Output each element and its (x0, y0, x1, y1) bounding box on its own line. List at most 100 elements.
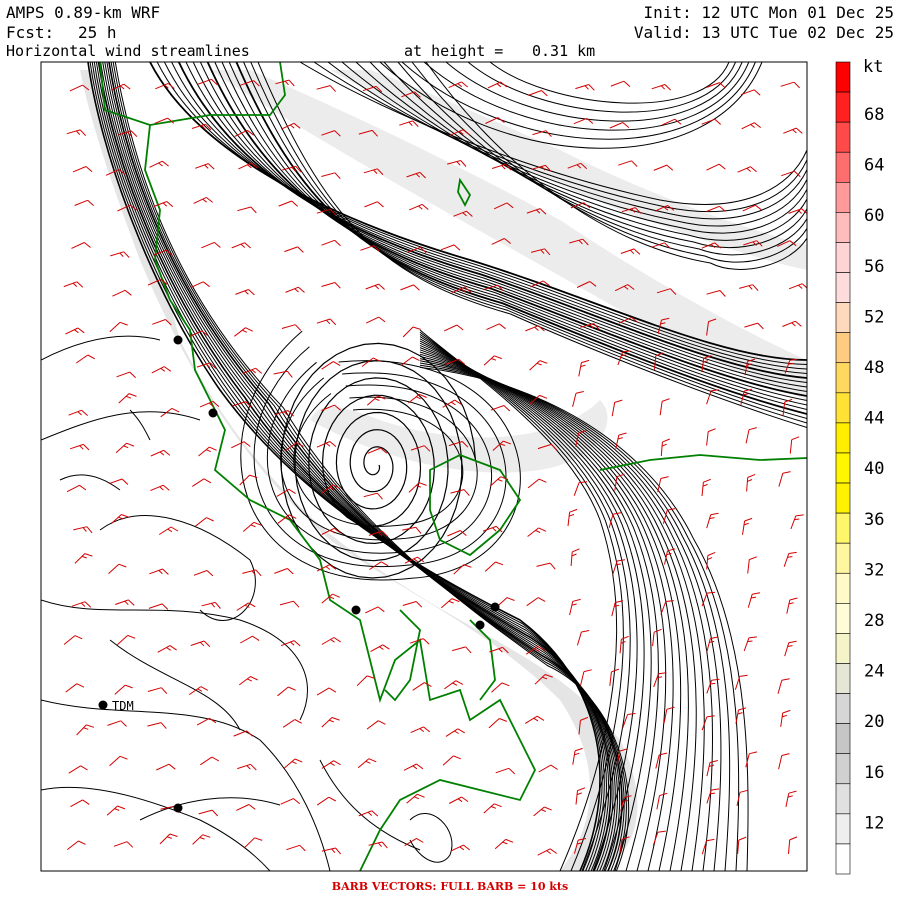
wind-barb (147, 687, 168, 694)
wind-barb (242, 569, 262, 577)
wind-barb (747, 556, 757, 574)
wind-barb (195, 163, 215, 170)
wind-barb (785, 790, 797, 808)
wind-barb (572, 391, 584, 407)
wind-barb (118, 393, 137, 404)
colorbar-tick-label: 32 (864, 560, 884, 580)
wind-barb (440, 598, 460, 609)
wind-barb (400, 284, 420, 291)
wind-barb (65, 683, 85, 693)
wind-barb (74, 553, 93, 564)
wind-barb (277, 686, 296, 697)
colorbar-tick-label: 48 (864, 358, 884, 378)
wind-barb (533, 806, 552, 817)
wind-barb (706, 428, 716, 446)
colorbar-tick-label: 40 (864, 459, 884, 479)
wind-barb (496, 597, 515, 608)
wind-speed-shading (80, 70, 807, 871)
wind-barb (316, 441, 337, 448)
wind-barb (148, 603, 169, 610)
wind-barb (63, 281, 84, 288)
colorbar-swatch (835, 572, 851, 604)
streamline (41, 335, 161, 361)
map-canvas: TDM 68 64 60 56 52 48 44 40 36 32 28 24 20 16 12 kt (40, 57, 884, 875)
wind-barb (494, 838, 514, 850)
wind-barb (742, 204, 763, 212)
colorbar-swatch (835, 272, 851, 303)
streamline (489, 62, 730, 104)
wind-barb (484, 561, 504, 572)
wind-barb (151, 366, 172, 374)
station-marker (173, 803, 183, 813)
colorbar-tick-label: 64 (864, 156, 884, 176)
wind-barb (620, 248, 641, 255)
streamline (41, 411, 201, 441)
wind-barb (365, 283, 385, 290)
map-plot-area (41, 62, 807, 871)
wind-barb (777, 678, 790, 694)
wind-barb (365, 606, 385, 614)
station-marker (98, 700, 108, 710)
colorbar-swatch (835, 181, 851, 213)
wind-barb (321, 239, 341, 247)
speed-shade-band (80, 70, 638, 871)
colorbar-swatch (835, 151, 851, 183)
wind-barb (789, 436, 800, 454)
colorbar-swatch (835, 482, 851, 514)
wind-barb (110, 251, 130, 258)
wind-barb (159, 833, 178, 845)
colorbar-swatch (835, 542, 851, 574)
streamline (41, 786, 271, 871)
wind-barb (611, 399, 623, 417)
wind-barb (538, 764, 558, 773)
wind-barb (321, 593, 341, 604)
wind-barb (786, 597, 798, 614)
wind-barb (527, 478, 547, 489)
wind-barb (402, 326, 421, 338)
wind-barb (356, 675, 375, 687)
wind-barb (240, 635, 260, 644)
station-marker (490, 602, 500, 612)
wind-barb (193, 196, 213, 204)
wind-barb (278, 200, 299, 207)
wind-barb (198, 78, 218, 86)
barb-legend: BARB VECTORS: FULL BARB = 10 kts (331, 880, 569, 893)
wind-barb (741, 122, 762, 130)
wind-barb (363, 492, 383, 500)
wind-barb (109, 755, 128, 767)
coastline-segment (469, 619, 496, 701)
wind-barb (745, 427, 757, 444)
colorbar-swatch (835, 422, 851, 454)
colorbar-swatch (835, 783, 851, 815)
wind-barb (192, 834, 211, 845)
station-marker (475, 620, 485, 630)
wind-barb (410, 726, 431, 734)
wind-barb (72, 166, 93, 173)
wind-barb (150, 484, 170, 492)
wind-barb (653, 672, 667, 688)
wind-barb (747, 592, 761, 608)
wind-barb (790, 514, 804, 530)
streamline (41, 599, 308, 721)
colorbar-swatch (835, 332, 851, 364)
colorbar-swatch (835, 452, 851, 484)
wind-barb (527, 527, 547, 537)
wind-barb (572, 747, 583, 765)
wind-barb (701, 118, 722, 125)
colorbar-swatch (835, 121, 851, 153)
colorbar-tick-label: 20 (864, 712, 884, 732)
colorbar-swatch (835, 753, 851, 785)
wind-barb (234, 129, 255, 137)
wind-barb (109, 321, 128, 333)
colorbar-tick-label: 44 (864, 409, 884, 429)
wind-barb (783, 551, 797, 567)
wind-barb (746, 473, 756, 492)
wind-barb (200, 756, 220, 766)
wind-barb (528, 90, 548, 97)
wind-barb (569, 598, 581, 616)
wind-barb (661, 118, 682, 126)
wind-barb (578, 359, 590, 377)
colorbar-swatch (835, 723, 851, 755)
wind-barb (190, 640, 211, 647)
wind-barb (366, 720, 386, 730)
